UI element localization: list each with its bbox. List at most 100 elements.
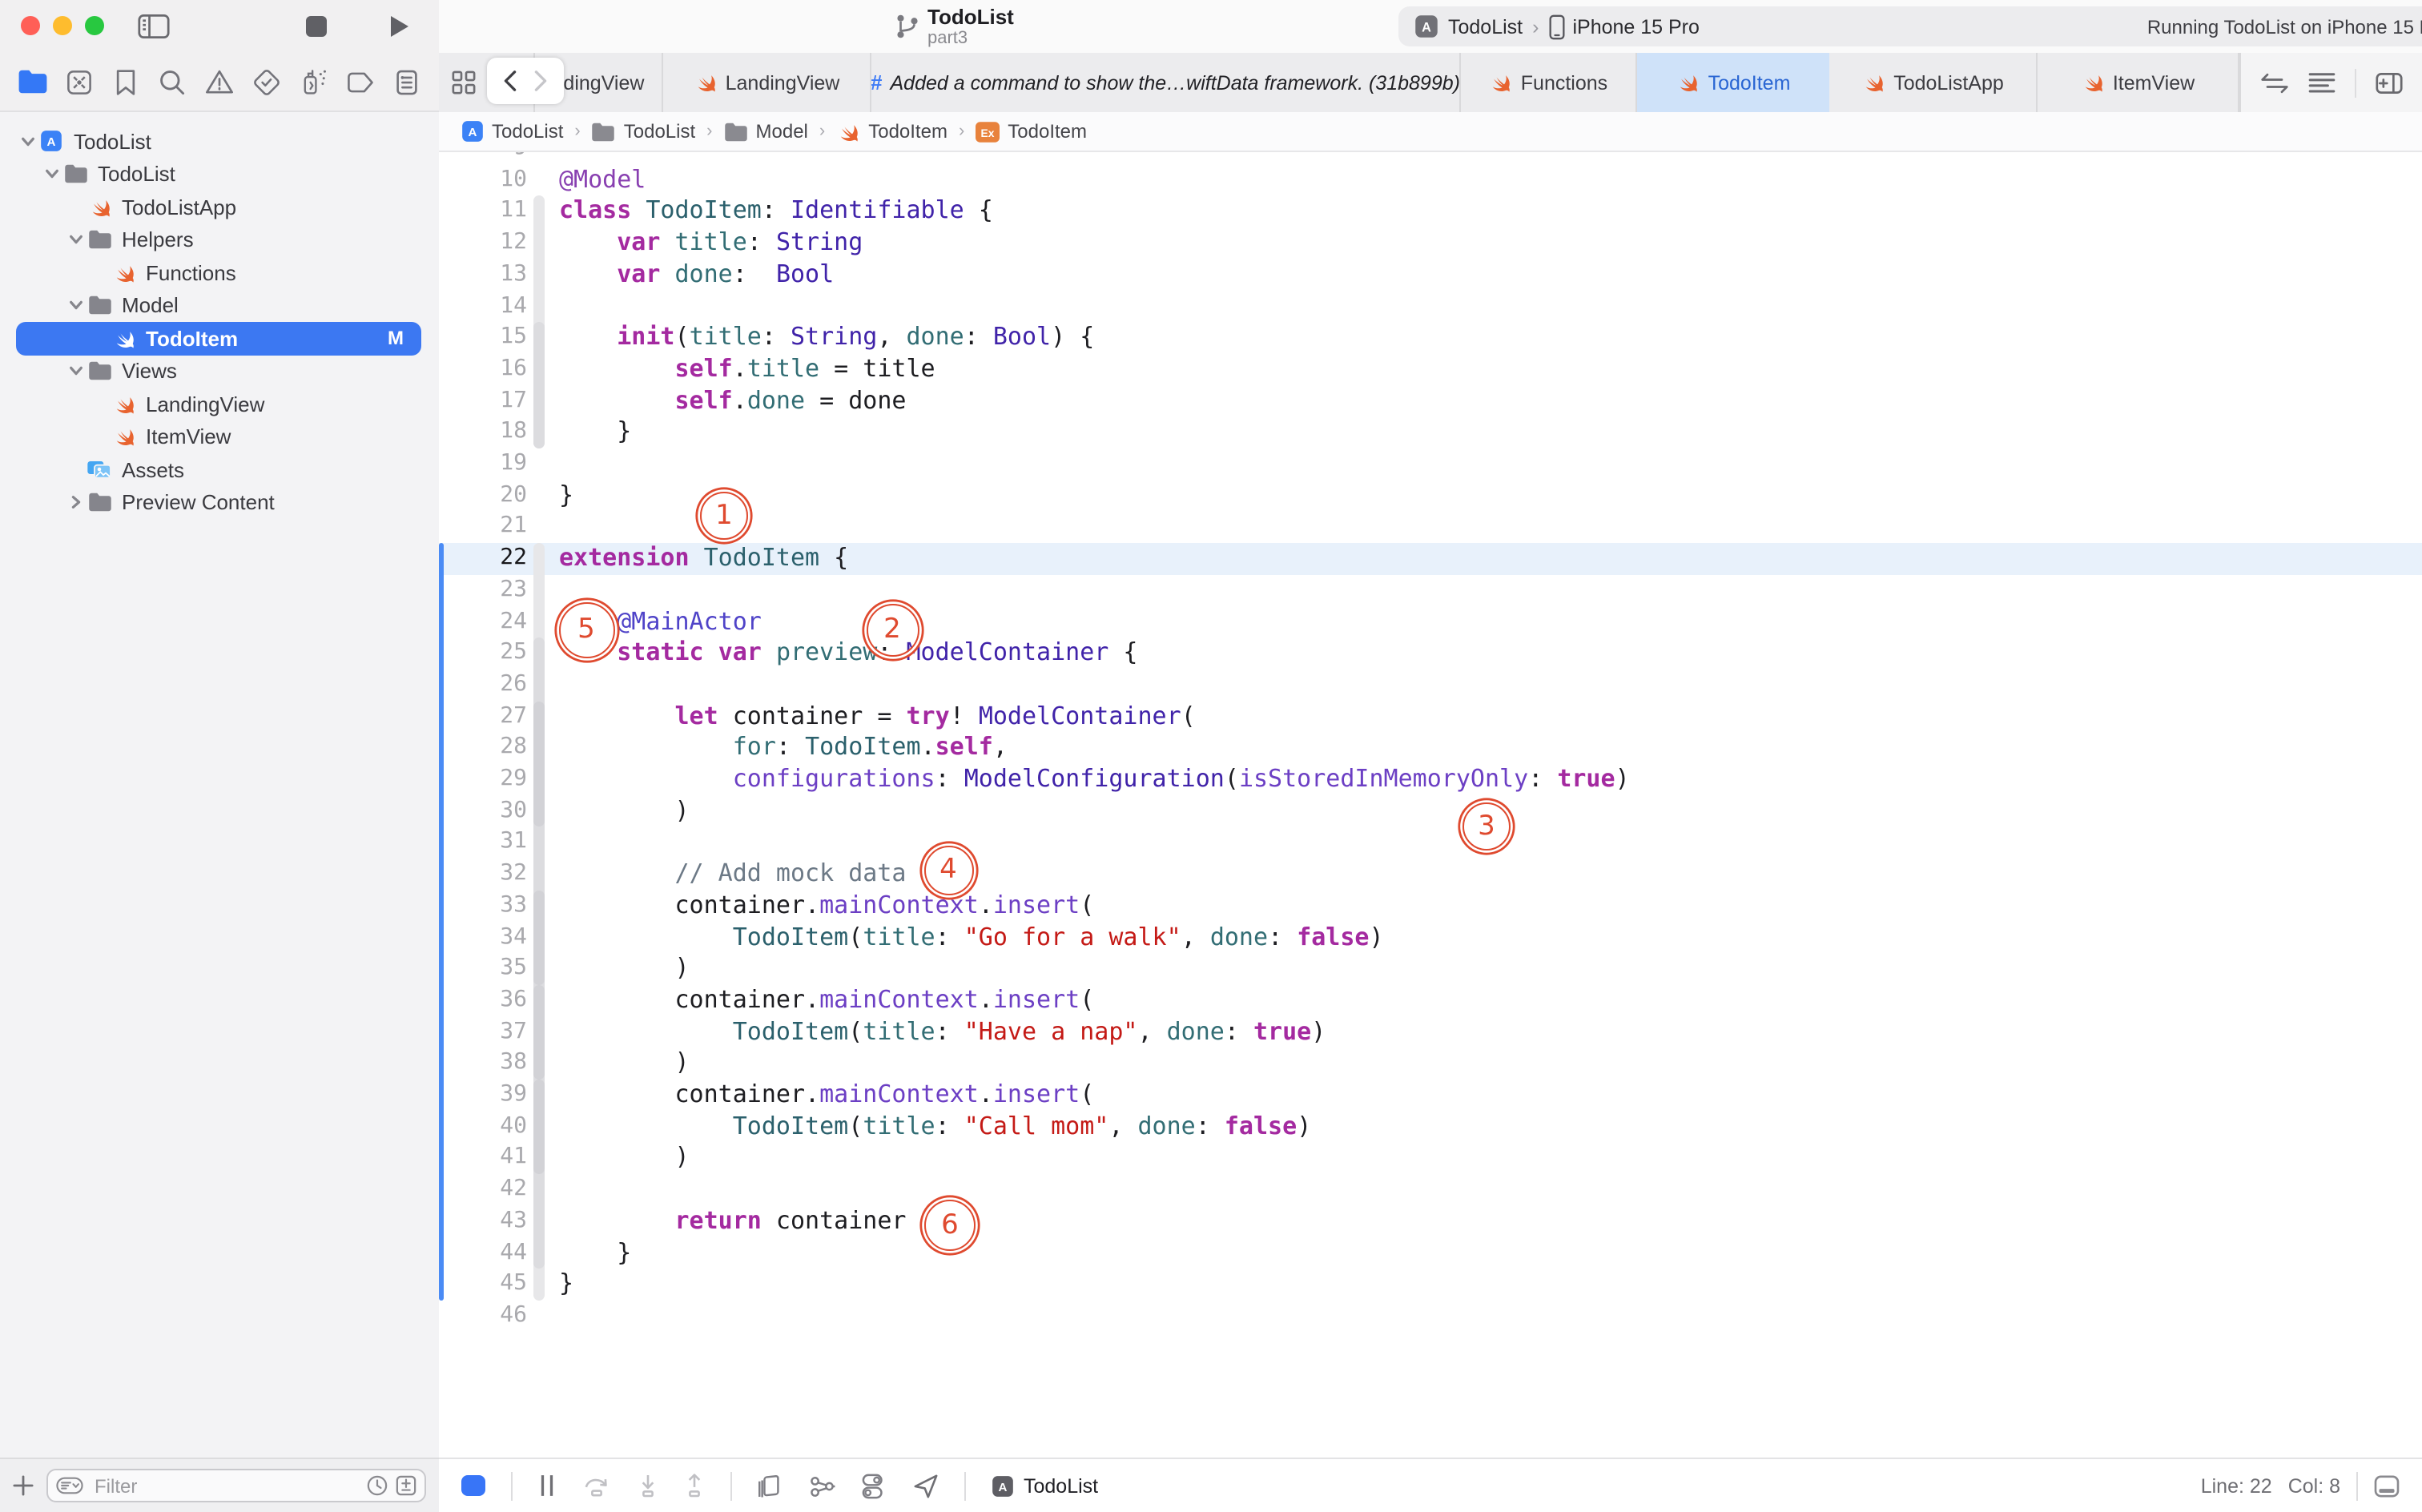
code-line-38[interactable]: 38 ) xyxy=(439,1048,2422,1080)
sidebar-item-itemview[interactable]: ItemView xyxy=(0,420,439,453)
code-line-24[interactable]: 24 @MainActor xyxy=(439,606,2422,637)
code-line-18[interactable]: 18 } xyxy=(439,417,2422,448)
source-control-navigator-icon[interactable] xyxy=(63,66,95,98)
breadcrumb-item-todolist[interactable]: ATodoList xyxy=(461,120,563,143)
code-line-22[interactable]: 22extension TodoItem { xyxy=(439,543,2422,574)
code-line-35[interactable]: 35 ) xyxy=(439,953,2422,984)
stop-button[interactable] xyxy=(306,16,327,37)
add-editor-icon[interactable] xyxy=(2376,71,2403,94)
editor-layout-icon[interactable] xyxy=(2308,72,2336,93)
breadcrumb-item-todoitem[interactable]: TodoItem xyxy=(836,119,947,143)
environment-overrides-button[interactable] xyxy=(862,1473,887,1498)
disclosure-open-icon[interactable] xyxy=(16,135,38,149)
debug-navigator-icon[interactable] xyxy=(297,66,329,98)
pause-button[interactable] xyxy=(538,1474,556,1498)
tab-itemview[interactable]: ItemView xyxy=(2038,53,2239,112)
reports-navigator-icon[interactable] xyxy=(391,66,423,98)
code-line-15[interactable]: 15 init(title: String, done: Bool) { xyxy=(439,322,2422,353)
code-line-29[interactable]: 29 configurations: ModelConfiguration(is… xyxy=(439,764,2422,795)
tab-todolistapp[interactable]: TodoListApp xyxy=(1829,53,2038,112)
code-line-13[interactable]: 13 var done: Bool xyxy=(439,259,2422,291)
code-line-27[interactable]: 27 let container = try! ModelContainer( xyxy=(439,701,2422,732)
running-app-badge[interactable]: A TodoList xyxy=(992,1474,1098,1497)
step-over-button[interactable] xyxy=(581,1474,612,1498)
code-line-14[interactable]: 14 xyxy=(439,291,2422,322)
sidebar-item-todolistapp[interactable]: TodoListApp xyxy=(0,191,439,223)
sidebar-item-helpers[interactable]: Helpers xyxy=(0,223,439,256)
code-line-39[interactable]: 39 container.mainContext.insert( xyxy=(439,1080,2422,1111)
code-line-12[interactable]: 12 var title: String xyxy=(439,227,2422,259)
code-line-37[interactable]: 37 TodoItem(title: "Have a nap", done: t… xyxy=(439,1016,2422,1048)
issues-navigator-icon[interactable] xyxy=(203,66,235,98)
disclosure-closed-icon[interactable] xyxy=(64,496,86,510)
close-window-button[interactable] xyxy=(21,16,40,35)
scheme-device[interactable]: iPhone 15 Pro xyxy=(1572,15,1699,38)
disclosure-open-icon[interactable] xyxy=(64,364,86,379)
scheme-selector[interactable]: A TodoList › iPhone 15 Pro Running TodoL… xyxy=(1398,6,2422,46)
minimize-window-button[interactable] xyxy=(53,16,72,35)
code-line-19[interactable]: 19 xyxy=(439,448,2422,480)
code-line-46[interactable]: 46 xyxy=(439,1301,2422,1332)
sidebar-item-todoitem[interactable]: TodoItemM xyxy=(0,322,439,355)
code-line-40[interactable]: 40 TodoItem(title: "Call mom", done: fal… xyxy=(439,1111,2422,1142)
code-line-23[interactable]: 23 xyxy=(439,575,2422,606)
code-line-26[interactable]: 26 xyxy=(439,670,2422,701)
forward-chevron-icon[interactable] xyxy=(533,70,548,91)
code-line-9[interactable]: 9 xyxy=(439,152,2422,164)
code-line-30[interactable]: 30 ) xyxy=(439,795,2422,826)
breadcrumb-item-todolist[interactable]: TodoList xyxy=(592,120,695,143)
memory-graph-button[interactable] xyxy=(809,1473,836,1498)
code-review-icon[interactable] xyxy=(2260,71,2289,94)
scheme-target[interactable]: TodoList xyxy=(1448,15,1523,38)
tab-todoitem[interactable]: TodoItem xyxy=(1637,53,1829,112)
code-line-11[interactable]: 11class TodoItem: Identifiable { xyxy=(439,196,2422,227)
simulate-location-button[interactable] xyxy=(913,1473,939,1498)
step-into-button[interactable] xyxy=(638,1474,658,1498)
tab-functions[interactable]: Functions xyxy=(1461,53,1637,112)
back-chevron-icon[interactable] xyxy=(503,70,517,91)
source-editor[interactable]: 910@Model11class TodoItem: Identifiable … xyxy=(439,152,2422,1458)
sidebar-item-landingview[interactable]: LandingView xyxy=(0,388,439,420)
code-line-28[interactable]: 28 for: TodoItem.self, xyxy=(439,733,2422,764)
sidebar-item-assets[interactable]: Assets xyxy=(0,453,439,486)
run-button[interactable] xyxy=(389,14,410,38)
breakpoints-navigator-icon[interactable] xyxy=(344,66,376,98)
editor-bottom-bar-toggle-icon[interactable] xyxy=(2374,1474,2400,1497)
breadcrumb-item-todoitem[interactable]: ExTodoItem xyxy=(976,120,1087,143)
code-line-16[interactable]: 16 self.title = title xyxy=(439,354,2422,385)
sidebar-item-todolist[interactable]: ATodoList xyxy=(0,125,439,158)
bookmarks-navigator-icon[interactable] xyxy=(110,66,142,98)
sidebar-item-functions[interactable]: Functions xyxy=(0,256,439,289)
tab-added-a-command-to-show-[interactable]: #Added a command to show the…wiftData fr… xyxy=(871,53,1461,112)
disclosure-open-icon[interactable] xyxy=(64,233,86,247)
filter-scm-icon[interactable] xyxy=(396,1475,416,1496)
code-line-34[interactable]: 34 TodoItem(title: "Go for a walk", done… xyxy=(439,922,2422,953)
find-navigator-icon[interactable] xyxy=(157,66,189,98)
step-out-button[interactable] xyxy=(684,1474,705,1498)
code-line-43[interactable]: 43 return container xyxy=(439,1206,2422,1237)
disclosure-open-icon[interactable] xyxy=(40,167,62,182)
code-line-44[interactable]: 44 } xyxy=(439,1237,2422,1269)
code-line-36[interactable]: 36 container.mainContext.insert( xyxy=(439,985,2422,1016)
toggle-sidebar-icon[interactable] xyxy=(138,13,170,40)
filter-input[interactable] xyxy=(91,1473,359,1498)
breadcrumb-item-model[interactable]: Model xyxy=(724,120,808,143)
code-line-33[interactable]: 33 container.mainContext.insert( xyxy=(439,891,2422,922)
debug-view-hierarchy-button[interactable] xyxy=(758,1473,783,1498)
code-line-31[interactable]: 31 xyxy=(439,827,2422,859)
breakpoints-toggle[interactable] xyxy=(461,1475,485,1496)
code-line-10[interactable]: 10@Model xyxy=(439,164,2422,195)
code-line-41[interactable]: 41 ) xyxy=(439,1143,2422,1174)
recent-files-clock-icon[interactable] xyxy=(367,1475,388,1496)
editor-overview-icon[interactable] xyxy=(452,70,476,94)
sidebar-item-preview-content[interactable]: Preview Content xyxy=(0,486,439,519)
disclosure-open-icon[interactable] xyxy=(64,299,86,313)
project-navigator-navigator-icon[interactable] xyxy=(16,66,48,98)
filter-field[interactable] xyxy=(46,1469,426,1502)
code-line-17[interactable]: 17 self.done = done xyxy=(439,385,2422,416)
add-file-button[interactable] xyxy=(13,1475,34,1496)
sidebar-item-views[interactable]: Views xyxy=(0,355,439,388)
tests-navigator-icon[interactable] xyxy=(251,66,283,98)
sidebar-item-todolist[interactable]: TodoList xyxy=(0,158,439,191)
code-line-25[interactable]: 25 static var preview: ModelContainer { xyxy=(439,637,2422,669)
